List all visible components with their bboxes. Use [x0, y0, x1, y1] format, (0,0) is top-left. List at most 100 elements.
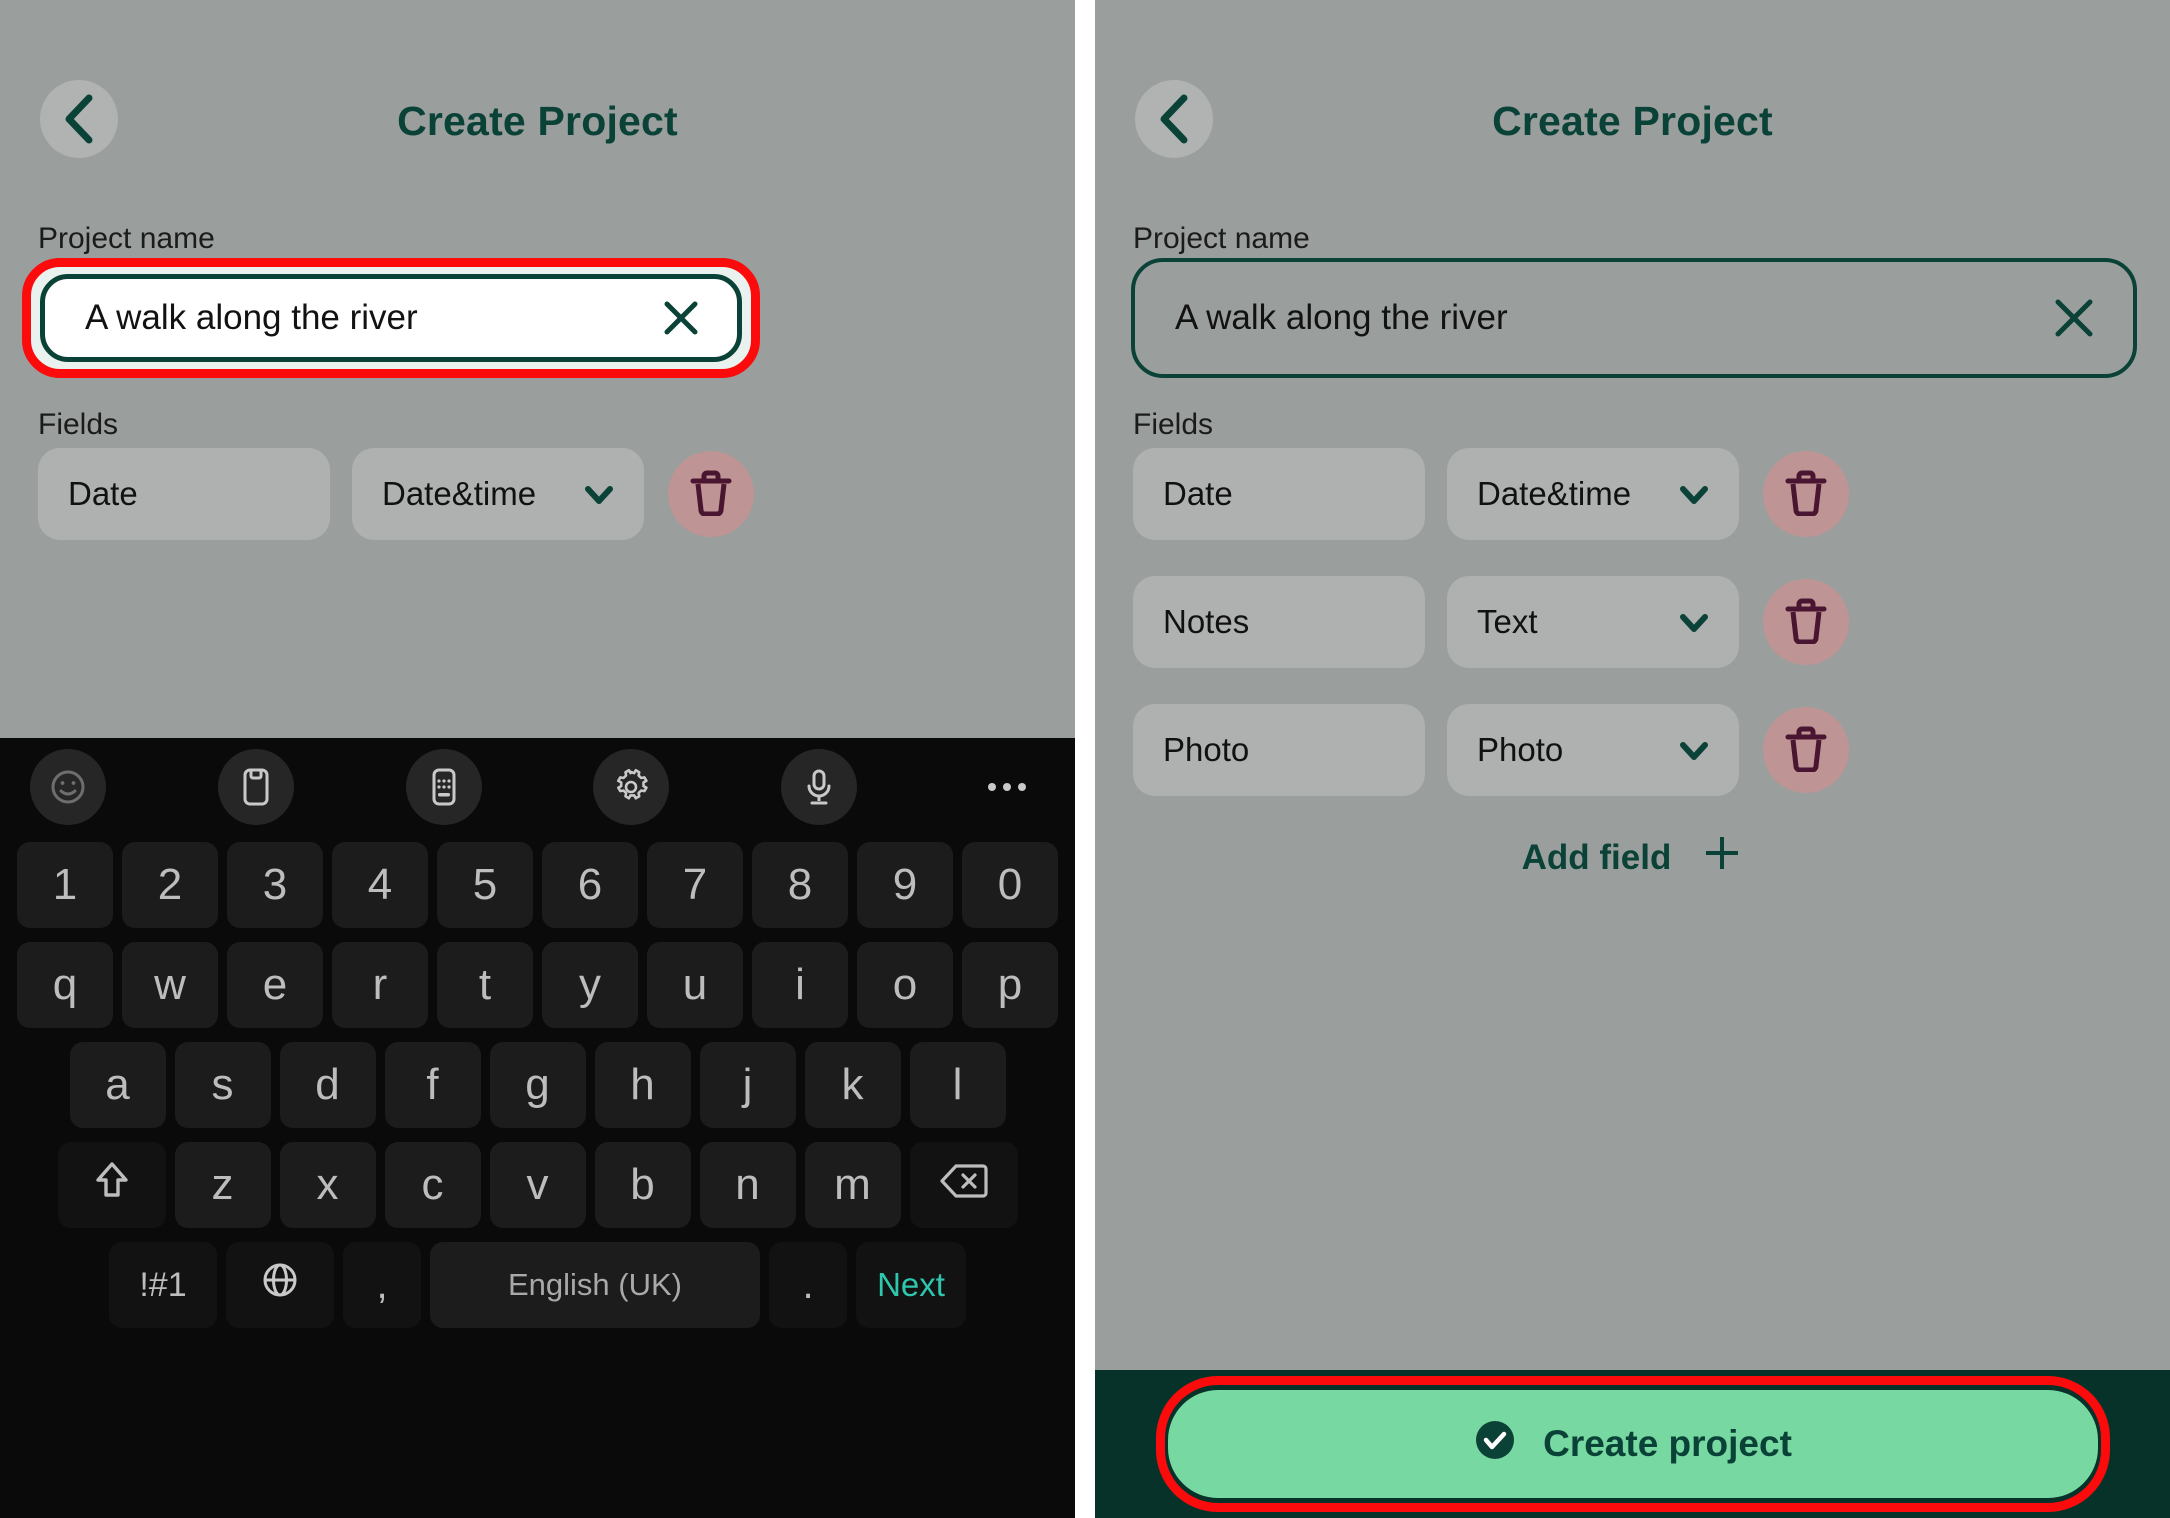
project-name-input[interactable]: A walk along the river [1131, 258, 2137, 378]
key-c[interactable]: c [384, 1142, 481, 1228]
field-name-chip[interactable]: Photo [1133, 704, 1425, 796]
field-type-value: Text [1477, 603, 1538, 640]
clipboard-icon[interactable] [217, 749, 294, 825]
screenshot-root: Create Project Project name A walk along… [0, 0, 2170, 1518]
key-1[interactable]: 1 [17, 842, 113, 928]
key-9[interactable]: 9 [857, 842, 953, 928]
delete-field-button[interactable] [1763, 451, 1849, 537]
key-3[interactable]: 3 [227, 842, 323, 928]
key-e[interactable]: e [227, 942, 323, 1028]
period-key[interactable]: . [769, 1242, 847, 1328]
key-k[interactable]: k [804, 1042, 901, 1128]
key-v[interactable]: v [489, 1142, 586, 1228]
trash-icon [688, 468, 734, 521]
symbols-key[interactable]: !#1 [109, 1242, 217, 1328]
key-z[interactable]: z [174, 1142, 271, 1228]
field-type-dropdown[interactable]: Date&time [352, 448, 644, 540]
key-x[interactable]: x [279, 1142, 376, 1228]
project-name-input-wrap: A walk along the river [1131, 258, 2137, 378]
add-field-label: Add field [1521, 837, 1672, 877]
key-p[interactable]: p [962, 942, 1058, 1028]
trash-icon [1783, 724, 1829, 777]
bottom-action-bar: Create project [1095, 1370, 2170, 1518]
field-type-dropdown[interactable]: Date&time [1447, 448, 1739, 540]
key-q[interactable]: q [17, 942, 113, 1028]
key-y[interactable]: y [542, 942, 638, 1028]
chevron-down-icon [1679, 603, 1709, 641]
close-x-icon[interactable] [659, 296, 703, 340]
delete-field-button[interactable] [1763, 707, 1849, 793]
key-7[interactable]: 7 [647, 842, 743, 928]
on-screen-keyboard[interactable]: 1 2 3 4 5 6 7 8 9 0 q w e r t y u i o p … [0, 738, 1075, 1518]
key-8[interactable]: 8 [752, 842, 848, 928]
fields-label: Fields [1133, 408, 1214, 441]
create-project-label: Create project [1543, 1423, 1792, 1464]
chevron-down-icon [1679, 731, 1709, 769]
check-circle-icon [1473, 1418, 1517, 1471]
trash-icon [1783, 596, 1829, 649]
app-header-right: Create Project [1095, 0, 2170, 240]
key-i[interactable]: i [752, 942, 848, 1028]
table-row: Notes Text [1095, 576, 2170, 668]
key-w[interactable]: w [122, 942, 218, 1028]
key-m[interactable]: m [804, 1142, 901, 1228]
enter-next-key[interactable]: Next [856, 1242, 966, 1328]
create-project-button[interactable]: Create project [1167, 1390, 2098, 1498]
microphone-icon[interactable] [781, 749, 858, 825]
key-l[interactable]: l [909, 1042, 1006, 1128]
app-header-left: Create Project [0, 0, 1075, 240]
key-h[interactable]: h [594, 1042, 691, 1128]
field-name-value: Date [68, 475, 138, 512]
key-j[interactable]: j [699, 1042, 796, 1128]
table-row: Date Date&time [1095, 448, 2170, 540]
keyboard-row-qwerty: q w e r t y u i o p [8, 942, 1067, 1028]
key-g[interactable]: g [489, 1042, 586, 1128]
field-type-value: Date&time [1477, 475, 1632, 512]
field-name-chip[interactable]: Notes [1133, 576, 1425, 668]
key-d[interactable]: d [279, 1042, 376, 1128]
field-name-chip[interactable]: Date [38, 448, 330, 540]
key-6[interactable]: 6 [542, 842, 638, 928]
key-s[interactable]: s [174, 1042, 271, 1128]
key-t[interactable]: t [437, 942, 533, 1028]
panel-left-keyboard-open: Create Project Project name A walk along… [0, 0, 1075, 1518]
key-o[interactable]: o [857, 942, 953, 1028]
sticker-keypad-icon[interactable] [405, 749, 482, 825]
key-4[interactable]: 4 [332, 842, 428, 928]
space-key[interactable]: English (UK) [430, 1242, 760, 1328]
backspace-key[interactable] [909, 1142, 1018, 1228]
field-type-dropdown[interactable]: Photo [1447, 704, 1739, 796]
gear-icon[interactable] [593, 749, 670, 825]
more-dots-icon[interactable] [969, 749, 1045, 825]
field-type-value: Date&time [382, 475, 537, 512]
backspace-icon [939, 1160, 988, 1210]
key-u[interactable]: u [647, 942, 743, 1028]
language-switch-key[interactable] [226, 1242, 334, 1328]
table-row: Photo Photo [1095, 704, 2170, 796]
field-name-value: Date [1163, 475, 1233, 512]
comma-key[interactable]: , [343, 1242, 421, 1328]
key-r[interactable]: r [332, 942, 428, 1028]
project-name-input-highlight: A walk along the river [22, 258, 760, 378]
field-name-chip[interactable]: Date [1133, 448, 1425, 540]
project-name-label: Project name [38, 222, 215, 255]
key-n[interactable]: n [699, 1142, 796, 1228]
emoji-smiley-icon[interactable] [30, 749, 106, 825]
key-2[interactable]: 2 [122, 842, 218, 928]
delete-field-button[interactable] [1763, 579, 1849, 665]
project-name-value: A walk along the river [1175, 298, 1508, 337]
keyboard-row-home: a s d f g h j k l [8, 1042, 1067, 1128]
add-field-button[interactable]: Add field [1095, 832, 2170, 883]
key-5[interactable]: 5 [437, 842, 533, 928]
close-x-icon[interactable] [2049, 293, 2099, 343]
delete-field-button[interactable] [668, 451, 754, 537]
shift-key[interactable] [57, 1142, 166, 1228]
project-name-input[interactable]: A walk along the river [40, 274, 742, 362]
field-type-dropdown[interactable]: Text [1447, 576, 1739, 668]
key-f[interactable]: f [384, 1042, 481, 1128]
field-name-value: Notes [1163, 603, 1250, 640]
key-b[interactable]: b [594, 1142, 691, 1228]
key-a[interactable]: a [69, 1042, 166, 1128]
shift-arrow-icon [93, 1158, 131, 1213]
key-0[interactable]: 0 [962, 842, 1058, 928]
